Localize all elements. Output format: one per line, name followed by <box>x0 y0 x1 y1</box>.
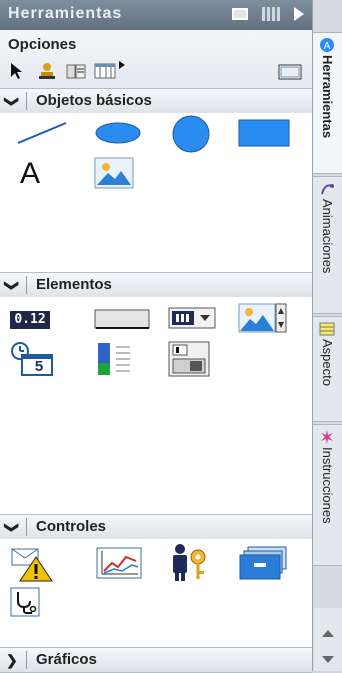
io-field-tool[interactable]: 0.12 <box>10 311 50 329</box>
section-title: Elementos <box>36 276 112 293</box>
section-header-graphics[interactable]: ❯ Gráficos <box>0 647 312 673</box>
symbolic-io-tool-icon[interactable] <box>168 307 216 331</box>
date-day-label: 5 <box>34 358 44 375</box>
section-header-basic-objects[interactable]: ❯ Objetos básicos <box>0 88 312 114</box>
user-stamp-icon[interactable] <box>38 62 56 80</box>
tools-tab-icon: A <box>320 38 334 52</box>
display-mode-icon[interactable] <box>278 64 302 80</box>
text-field-tool[interactable]: A <box>20 157 40 191</box>
panel-title-bar: Herramientas <box>0 0 312 30</box>
rectangle-tool-icon[interactable] <box>238 119 290 149</box>
scroll-down-icon[interactable] <box>322 656 334 663</box>
chevron-down-icon: ❯ <box>4 95 21 108</box>
more-options-icon[interactable] <box>118 60 128 70</box>
float-window-icon[interactable] <box>232 8 248 20</box>
basic-objects-body: A <box>0 113 312 268</box>
bar-tool-icon[interactable] <box>96 341 136 377</box>
tab-animaciones[interactable]: Animaciones <box>313 176 342 314</box>
chevron-down-icon: ❯ <box>4 279 21 292</box>
alarm-view-icon[interactable] <box>10 547 54 583</box>
trend-view-icon[interactable] <box>96 547 142 579</box>
chevron-right-icon: ❯ <box>6 652 18 668</box>
scroll-up-icon[interactable] <box>322 630 334 637</box>
recipe-view-icon[interactable] <box>238 545 290 581</box>
tab-aspecto[interactable]: Aspecto <box>313 316 342 422</box>
section-header-controls[interactable]: ❯ Controles <box>0 514 312 540</box>
collapse-arrow-icon[interactable] <box>294 7 304 21</box>
controls-body <box>0 539 312 645</box>
graphic-io-tool-icon[interactable] <box>238 303 288 335</box>
options-section: Opciones <box>0 30 312 89</box>
divider <box>26 518 27 536</box>
tab-instrucciones[interactable]: Instrucciones <box>313 424 342 566</box>
pointer-icon[interactable] <box>8 62 24 80</box>
list-view-icon[interactable] <box>94 62 116 80</box>
instructions-tab-icon <box>321 430 333 444</box>
tab-herramientas[interactable]: A Herramientas <box>313 32 342 174</box>
graphic-view-icon[interactable] <box>94 157 134 189</box>
divider <box>26 651 27 669</box>
line-tool-icon[interactable] <box>16 121 68 145</box>
chevron-down-icon: ❯ <box>4 521 21 534</box>
section-title: Gráficos <box>36 651 97 668</box>
elements-body: 0.12 5 <box>0 297 312 511</box>
tab-label: Herramientas <box>320 55 335 139</box>
circle-tool-icon[interactable] <box>166 115 216 153</box>
tools-panel: Herramientas Opciones ❯ Objetos básicos … <box>0 0 313 673</box>
panel-title: Herramientas <box>8 5 123 22</box>
tab-label: Animaciones <box>320 199 335 274</box>
options-toolbar <box>8 60 304 82</box>
split-view-icon[interactable] <box>262 7 280 21</box>
tab-label: Aspecto <box>320 339 335 386</box>
user-view-icon[interactable] <box>168 543 210 583</box>
options-label: Opciones <box>8 36 77 53</box>
svg-text:A: A <box>324 41 331 52</box>
section-title: Objetos básicos <box>36 92 152 109</box>
section-title: Controles <box>36 518 107 535</box>
divider <box>26 276 27 294</box>
animations-tab-icon <box>321 184 334 195</box>
right-task-cards-bar: A Herramientas Animaciones Aspecto Instr… <box>313 0 342 671</box>
button-tool-icon[interactable] <box>94 309 150 331</box>
divider <box>26 92 27 110</box>
sidebar-scroll-area <box>314 608 342 671</box>
switch-tool-icon[interactable] <box>168 341 210 377</box>
properties-icon[interactable] <box>66 62 86 80</box>
appearance-tab-icon <box>319 322 335 336</box>
tab-label: Instrucciones <box>320 447 335 524</box>
title-bar-controls <box>232 7 304 21</box>
ellipse-tool-icon[interactable] <box>94 121 142 145</box>
section-header-elements[interactable]: ❯ Elementos <box>0 272 312 298</box>
system-diagnostics-icon[interactable] <box>10 587 40 617</box>
